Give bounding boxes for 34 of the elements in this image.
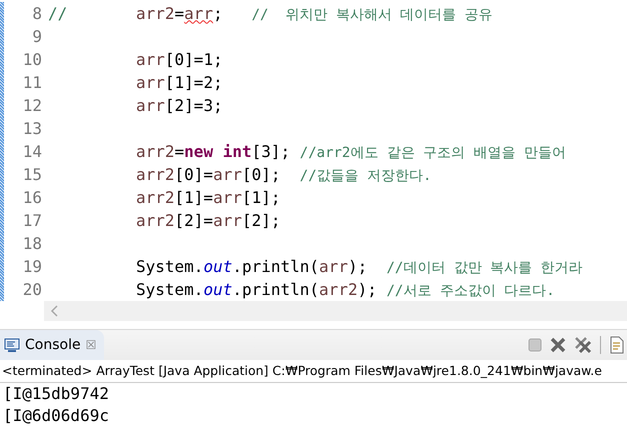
- code-line: arr[2]=3;: [135, 96, 223, 115]
- line-number: 14: [22, 142, 43, 161]
- line-number: 16: [22, 188, 43, 207]
- monitor-icon: [4, 338, 20, 352]
- console-output-line: [I@15db9742: [2, 383, 110, 405]
- horizontal-scrollbar[interactable]: [44, 301, 627, 321]
- line-number: 8: [31, 4, 43, 23]
- line-number: 12: [22, 96, 43, 115]
- console-output-line: [I@6d06d69c: [2, 405, 110, 427]
- document-icon[interactable]: [609, 336, 625, 354]
- code-line: System.out.println(arr2); //서로 주소값이 다르다.: [135, 280, 555, 300]
- console-status: <terminated> ArrayTest [Java Application] C:₩Program Files₩Java₩jre1.8.0_241₩bin₩javaw.e: [0, 360, 627, 383]
- line-number: 17: [22, 211, 43, 230]
- code-line: arr[0]=1;: [135, 50, 223, 69]
- line-number: 13: [22, 119, 43, 138]
- code-comment-mark: //: [48, 4, 68, 23]
- code-line: arr2[0]=arr[0]; //값들을 저장한다.: [135, 164, 432, 184]
- code-line: arr2=arr; // 위치만 복사해서 데이터를 공유: [136, 4, 493, 24]
- line-number: 10: [22, 50, 43, 69]
- line-number: 9: [31, 27, 43, 46]
- code-line: System.out.println(arr); //데이터 값만 복사를 한거라: [135, 256, 583, 276]
- console-tab[interactable]: Console ☒: [0, 330, 104, 360]
- code-line: arr2=new int[3]; //arr2에도 같은 구조의 배열을 만들어: [135, 142, 566, 162]
- line-number: 11: [22, 73, 43, 92]
- line-number: 19: [22, 257, 43, 276]
- remove-all-icon[interactable]: [574, 336, 592, 354]
- code-line: arr2[1]=arr[1];: [135, 188, 280, 207]
- code-line: arr2[2]=arr[2];: [135, 211, 280, 230]
- line-number: 20: [22, 280, 43, 299]
- line-number: 18: [22, 234, 43, 253]
- remove-icon[interactable]: [550, 337, 566, 353]
- line-number: 15: [22, 165, 43, 184]
- tab-label: Console: [25, 337, 81, 353]
- code-line: arr[1]=2;: [135, 73, 223, 92]
